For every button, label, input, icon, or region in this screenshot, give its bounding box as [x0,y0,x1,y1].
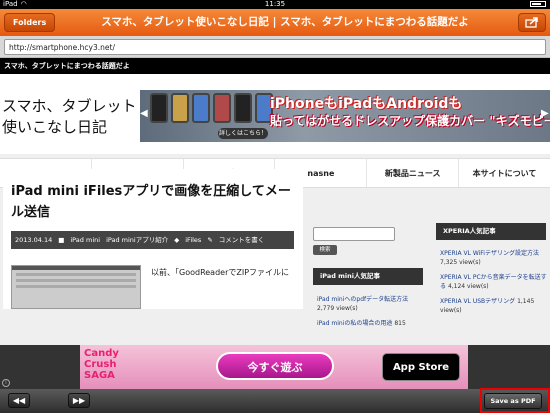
list-item-title[interactable]: iPad miniの私の場合の用途 [317,320,392,327]
view-count: 2,779 view(s) [317,305,358,312]
article-meta: 2013.04.14 ■ iPad mini iPad miniアプリ紹介 ◆ … [11,231,294,249]
comment-icon: ✎ [207,236,213,244]
search-button[interactable]: 検索 [313,245,337,255]
clock: 11:35 [264,0,286,8]
list-item[interactable]: iPad miniの私の場合の用途 815 [317,319,427,328]
app-store-badge[interactable]: App Store [382,353,460,381]
view-count: 4,124 view(s) [447,283,489,290]
article-date: 2013.04.14 [15,236,53,244]
promo-banner[interactable]: ◀ iPhoneもiPadもAndroidも 貼ってはがせるドレスアップ保護カバ… [140,90,550,142]
info-icon[interactable]: i [2,379,10,387]
widget-heading: iPad mini人気記事 [313,268,423,285]
search-input[interactable] [313,226,395,241]
view-count: 815 [394,320,406,327]
tag-icon: ◆ [174,236,180,244]
share-button[interactable] [518,13,546,32]
folders-button[interactable]: Folders [4,13,56,32]
popular-list: XPERIA VL WiFiテザリング設定方法 7,325 view(s) XP… [440,249,550,321]
banner-headline: iPhoneもiPadもAndroidも [270,96,463,112]
list-item-title[interactable]: XPERIA VL USBテザリング [440,298,515,305]
fast-forward-button[interactable]: ▶▶ [68,393,90,408]
phone-images [150,93,273,123]
article-thumbnail[interactable] [11,265,141,309]
article-tag[interactable]: iPad mini [70,231,100,249]
candy-crush-logo: Candy Crush SAGA [84,348,119,381]
article-tag[interactable]: iPad miniアプリ紹介 [106,231,168,249]
app-header: Folders スマホ、タブレット使いこなし日記 | スマホ、タブレットにまつわ… [0,9,550,36]
bottom-toolbar: ◀◀ ▶▶ Save as PDF [0,389,550,413]
page-title: スマホ、タブレット使いこなし日記 | スマホ、タブレットにまつわる話題だよ [101,16,469,28]
list-item-title[interactable]: XPERIA VL WiFiテザリング設定方法 [440,250,539,257]
app-window: iPad ◠ 11:35 Folders スマホ、タブレット使いこなし日記 | ス… [0,0,550,413]
list-item[interactable]: XPERIA VL USBテザリング 1,145 view(s) [440,297,550,315]
chevron-right-icon[interactable]: ▶ [541,108,550,122]
comment-link[interactable]: コメントを書く [219,231,265,249]
nav-item-about[interactable]: 本サイトについて [459,159,550,187]
article-title[interactable]: iPad mini iFilesアプリで画像を圧縮してメール送信 [11,181,299,223]
article-tag[interactable]: iFiles [185,231,201,249]
tag-icon: ■ [58,236,65,244]
list-item[interactable]: XPERIA VL WiFiテザリング設定方法 7,325 view(s) [440,249,550,267]
article-excerpt: 以前、「GoodReaderでZIPファイルに [151,268,290,277]
banner-details-button[interactable]: 詳しくはこちら！ [218,128,268,139]
ad-bar: Candy Crush SAGA 今すぐ遊ぶ App Store i [0,345,550,389]
popular-list: iPad miniへのpdfデータ転送方法 2,779 view(s) iPad … [317,295,427,334]
share-icon [525,17,538,28]
site-header: スマホ、タブレット使いこなし日記 ◀ iPhoneもiPadもAndroidも … [0,74,550,154]
list-item-title[interactable]: iPad miniへのpdfデータ転送方法 [317,295,427,304]
rewind-button[interactable]: ◀◀ [8,393,30,408]
highlight-box [480,388,550,413]
list-item[interactable]: iPad miniへのpdfデータ転送方法 2,779 view(s) [317,295,427,313]
fast-forward-icon: ▶▶ [72,396,86,405]
widget-heading: XPERIA人気記事 [436,223,546,240]
nav-item-new-products[interactable]: 新製品ニュース [367,159,460,187]
chevron-left-icon[interactable]: ◀ [140,108,149,122]
banner-subline: 貼ってはがせるドレスアップ保護カバー "キズモピース" [270,114,550,128]
article-card: iPad mini iFilesアプリで画像を圧縮してメール送信 2013.04… [3,169,303,309]
play-now-button[interactable]: 今すぐ遊ぶ [216,352,334,380]
rewind-icon: ◀◀ [12,396,26,405]
battery-icon [530,1,546,7]
url-input[interactable] [4,39,546,55]
web-content[interactable]: スマホ、タブレットにまつわる話題だよ スマホ、タブレット使いこなし日記 ◀ iP… [0,58,550,345]
view-count: 7,325 view(s) [440,259,481,266]
site-title[interactable]: スマホ、タブレット使いこなし日記 [2,96,140,138]
ad-banner[interactable]: Candy Crush SAGA 今すぐ遊ぶ App Store [80,345,468,389]
site-tagline: スマホ、タブレットにまつわる話題だよ [0,58,550,74]
sidebar-middle: 検索 iPad mini人気記事 iPad miniへのpdfデータ転送方法 2,… [313,223,428,327]
url-bar [0,36,550,58]
list-item[interactable]: XPERIA VL PCから音楽データを転送する 4,124 view(s) [440,273,550,291]
status-bar: iPad ◠ 11:35 [0,0,550,9]
